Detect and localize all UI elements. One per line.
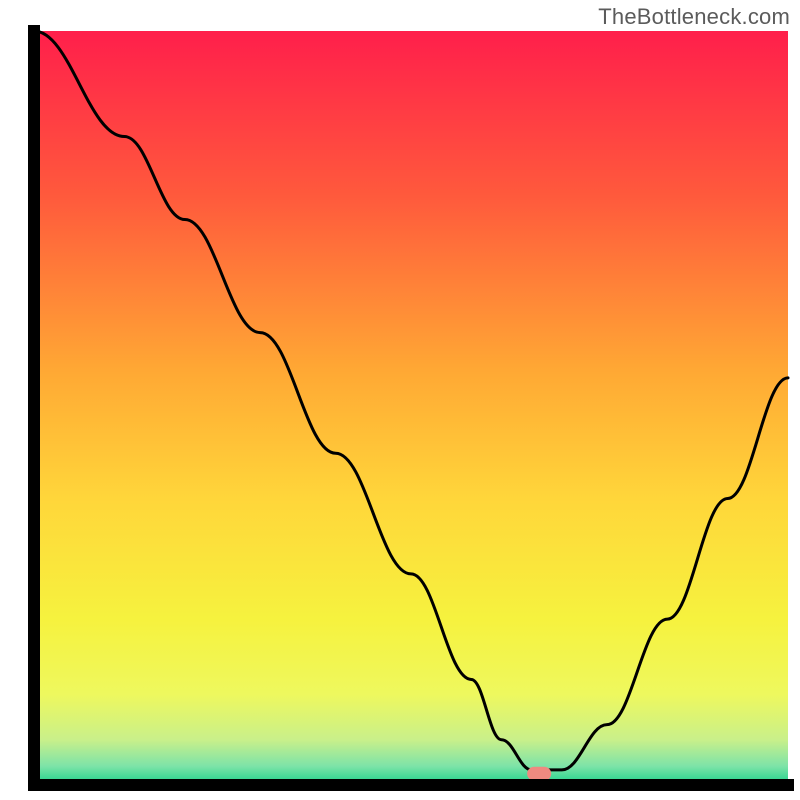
plot-background [34, 31, 788, 785]
optimum-marker [527, 767, 551, 781]
chart-stage: TheBottleneck.com [0, 0, 800, 800]
bottleneck-chart [0, 0, 800, 800]
